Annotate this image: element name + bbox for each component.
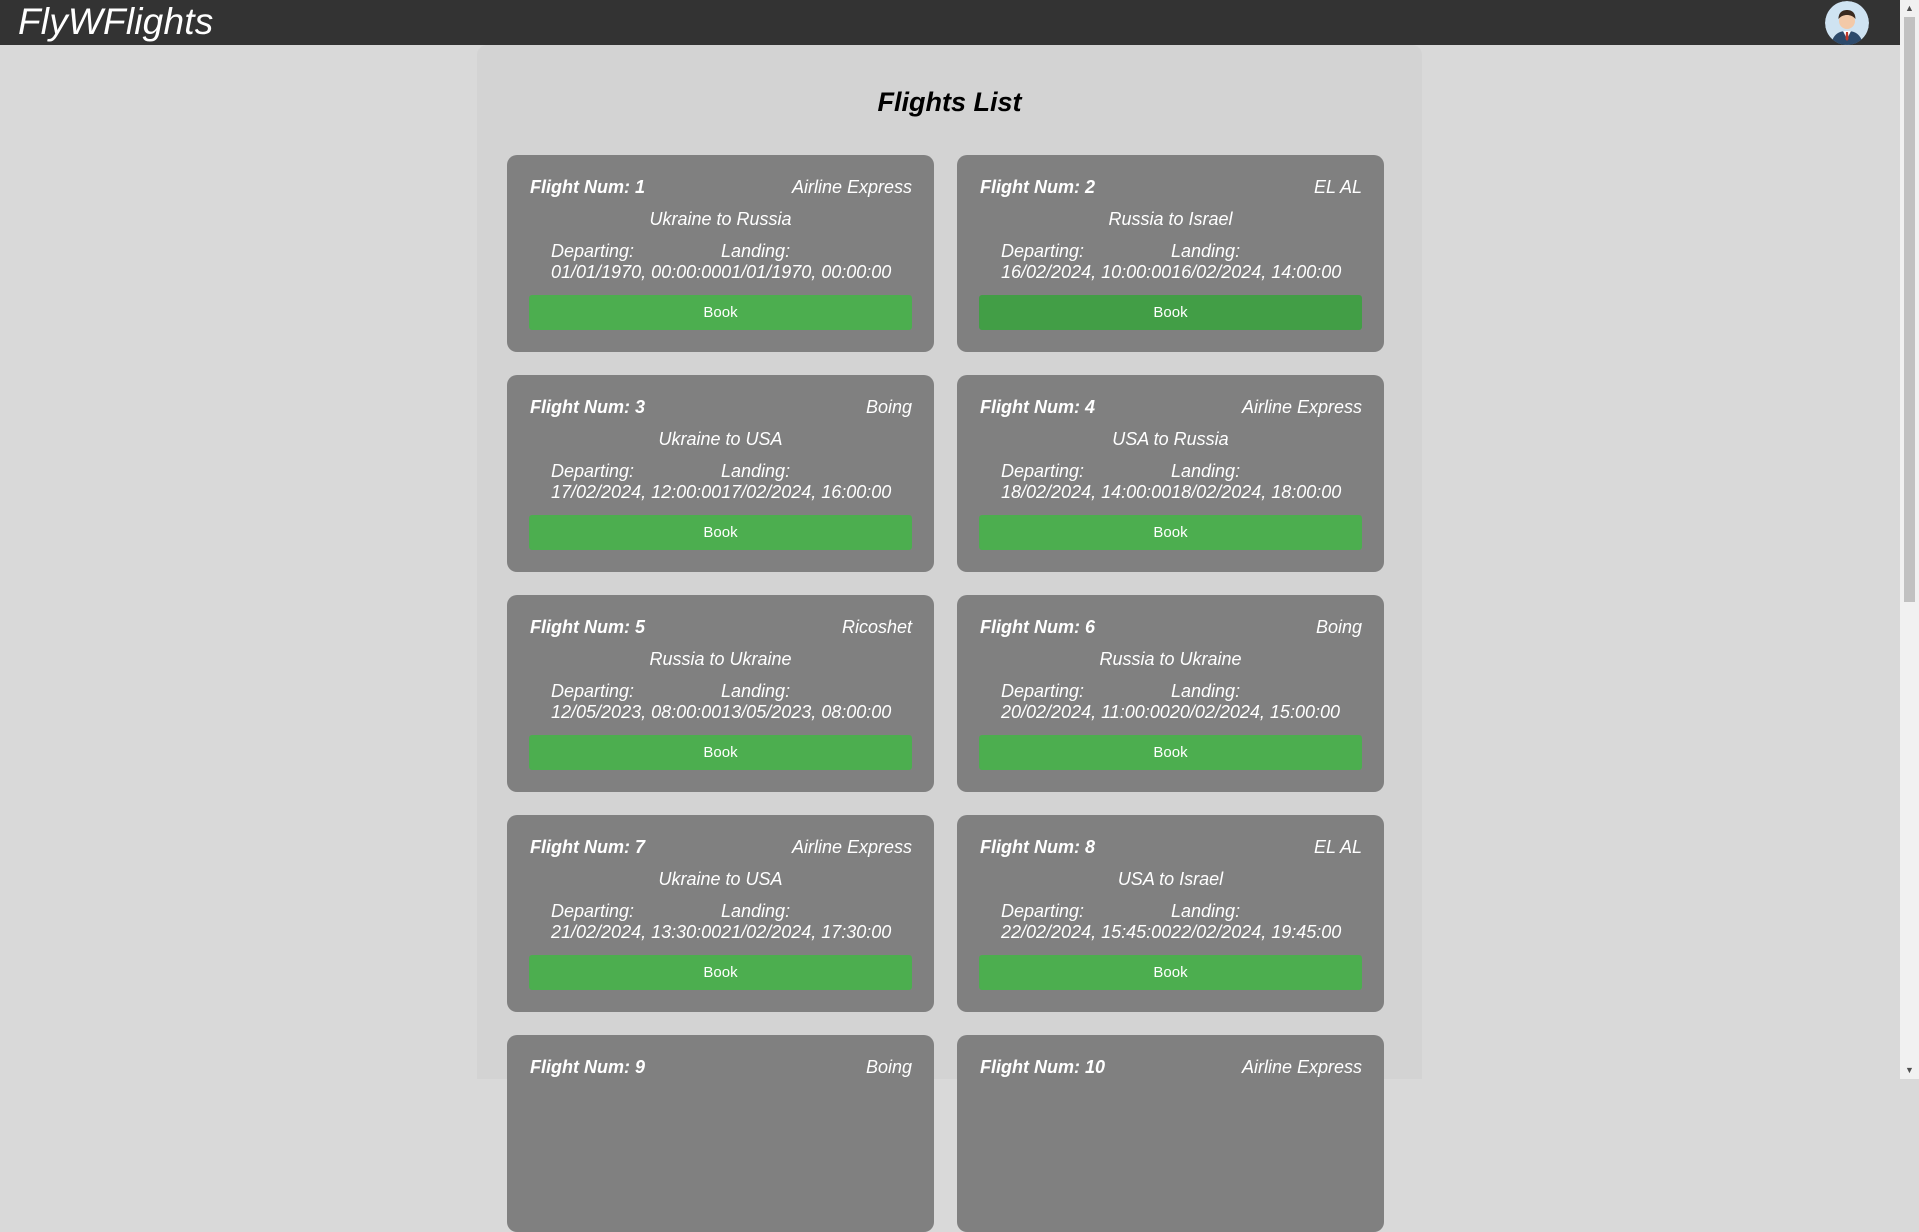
landing-time: 17/02/2024, 16:00:00 <box>721 482 892 502</box>
book-button[interactable]: Book <box>979 295 1362 330</box>
departing-time: 18/02/2024, 14:00:00 <box>1001 482 1172 502</box>
flight-card: Flight Num: 9 Boing <box>507 1035 934 1232</box>
landing-label: Landing: <box>721 901 791 921</box>
flight-card: Flight Num: 2 EL AL Russia to Israel Depart… <box>957 155 1384 352</box>
airline-name: Ricoshet <box>841 617 912 637</box>
landing-time: 01/01/1970, 00:00:00 <box>721 262 892 282</box>
top-nav-bar: FlyWFlights <box>0 0 1900 45</box>
landing-label: Landing: <box>1171 681 1241 701</box>
flight-number: Flight Num: 7 <box>530 837 645 857</box>
flight-route: Russia to Ukraine <box>1099 649 1242 669</box>
departing-label: Departing: <box>551 461 635 481</box>
airline-name: Boing <box>865 397 912 417</box>
flight-card: Flight Num: 4 Airline Express USA to Russi… <box>957 375 1384 572</box>
scroll-down-arrow-icon[interactable]: ▼ <box>1900 1062 1919 1079</box>
flight-times: 16/02/2024, 10:00:0016/02/2024, 14:00:00 <box>1001 262 1341 283</box>
flight-number: Flight Num: 8 <box>980 837 1095 857</box>
landing-time: 13/05/2023, 08:00:00 <box>721 702 892 722</box>
landing-label: Landing: <box>721 461 791 481</box>
airline-name: Boing <box>865 1057 912 1077</box>
flight-number: Flight Num: 3 <box>530 397 645 417</box>
landing-label: Landing: <box>1171 901 1241 921</box>
flight-number: Flight Num: 2 <box>980 177 1095 197</box>
departing-label: Departing: <box>1001 241 1085 261</box>
flight-times: 21/02/2024, 13:30:0021/02/2024, 17:30:00 <box>551 922 891 943</box>
flight-card: Flight Num: 8 EL AL USA to Israel Departing… <box>957 815 1384 1012</box>
brand-logo-text[interactable]: FlyWFlights <box>18 2 213 42</box>
departing-time: 22/02/2024, 15:45:00 <box>1001 922 1172 942</box>
flight-card: Flight Num: 1 Airline Express Ukraine to R… <box>507 155 934 352</box>
book-button[interactable]: Book <box>979 515 1362 550</box>
landing-time: 16/02/2024, 14:00:00 <box>1171 262 1342 282</box>
flight-number: Flight Num: 5 <box>530 617 645 637</box>
scrollbar-thumb[interactable] <box>1904 17 1915 602</box>
departing-label: Departing: <box>551 681 635 701</box>
flight-times: 20/02/2024, 11:00:0020/02/2024, 15:00:00 <box>1001 702 1340 723</box>
flight-route: Ukraine to USA <box>658 429 783 449</box>
flight-card: Flight Num: 7 Airline Express Ukraine to U… <box>507 815 934 1012</box>
departing-label: Departing: <box>551 901 635 921</box>
flight-times: 18/02/2024, 14:00:0018/02/2024, 18:00:00 <box>1001 482 1341 503</box>
departing-label: Departing: <box>1001 681 1085 701</box>
flight-card: Flight Num: 5 Ricoshet Russia to Ukraine De… <box>507 595 934 792</box>
airline-name: EL AL <box>1313 177 1362 197</box>
departing-time: 21/02/2024, 13:30:00 <box>551 922 722 942</box>
flight-route: Ukraine to Russia <box>649 209 792 229</box>
departing-label: Departing: <box>1001 901 1085 921</box>
flight-number: Flight Num: 10 <box>980 1057 1105 1077</box>
departing-time: 12/05/2023, 08:00:00 <box>551 702 722 722</box>
flight-times: 22/02/2024, 15:45:0022/02/2024, 19:45:00 <box>1001 922 1341 943</box>
flight-route: Russia to Israel <box>1108 209 1233 229</box>
flight-number: Flight Num: 1 <box>530 177 645 197</box>
flight-times: 17/02/2024, 12:00:0017/02/2024, 16:00:00 <box>551 482 891 503</box>
airline-name: Boing <box>1315 617 1362 637</box>
landing-time: 22/02/2024, 19:45:00 <box>1171 922 1342 942</box>
departing-label: Departing: <box>551 241 635 261</box>
flight-number: Flight Num: 6 <box>980 617 1095 637</box>
book-button[interactable]: Book <box>979 955 1362 990</box>
landing-label: Landing: <box>721 241 791 261</box>
book-button[interactable]: Book <box>529 735 912 770</box>
landing-time: 18/02/2024, 18:00:00 <box>1171 482 1342 502</box>
page-title: Flights List <box>877 87 1022 117</box>
flight-route: Russia to Ukraine <box>649 649 792 669</box>
vertical-scrollbar[interactable]: ▲ ▼ <box>1900 0 1919 1079</box>
airline-name: Airline Express <box>1241 1057 1362 1077</box>
landing-label: Landing: <box>1171 241 1241 261</box>
flight-card: Flight Num: 3 Boing Ukraine to USA Departin… <box>507 375 934 572</box>
flight-route: Ukraine to USA <box>658 869 783 889</box>
book-button[interactable]: Book <box>529 955 912 990</box>
flight-times: 12/05/2023, 08:00:0013/05/2023, 08:00:00 <box>551 702 891 723</box>
airline-name: Airline Express <box>791 837 912 857</box>
departing-label: Departing: <box>1001 461 1085 481</box>
flight-route: USA to Russia <box>1112 429 1229 449</box>
flight-card: Flight Num: 10 Airline Express <box>957 1035 1384 1232</box>
book-button[interactable]: Book <box>979 735 1362 770</box>
book-button[interactable]: Book <box>529 295 912 330</box>
landing-label: Landing: <box>1171 461 1241 481</box>
flight-number: Flight Num: 9 <box>530 1057 645 1077</box>
flight-route: USA to Israel <box>1117 869 1224 889</box>
airline-name: Airline Express <box>791 177 912 197</box>
airline-name: EL AL <box>1313 837 1362 857</box>
departing-time: 01/01/1970, 00:00:00 <box>551 262 722 282</box>
departing-time: 16/02/2024, 10:00:00 <box>1001 262 1172 282</box>
departing-time: 17/02/2024, 12:00:00 <box>551 482 722 502</box>
user-avatar-icon[interactable] <box>1825 1 1869 45</box>
departing-time: 20/02/2024, 11:00:00 <box>1001 702 1170 722</box>
book-button[interactable]: Book <box>529 515 912 550</box>
flights-panel: Flights List Flight Num: 1 Airline Expres… <box>477 45 1422 1232</box>
airline-name: Airline Express <box>1241 397 1362 417</box>
flight-times: 01/01/1970, 00:00:0001/01/1970, 00:00:00 <box>551 262 891 283</box>
landing-time: 20/02/2024, 15:00:00 <box>1169 702 1340 722</box>
flight-number: Flight Num: 4 <box>980 397 1095 417</box>
scroll-up-arrow-icon[interactable]: ▲ <box>1900 0 1919 17</box>
landing-label: Landing: <box>721 681 791 701</box>
flight-card: Flight Num: 6 Boing Russia to Ukraine Depar… <box>957 595 1384 792</box>
landing-time: 21/02/2024, 17:30:00 <box>721 922 892 942</box>
